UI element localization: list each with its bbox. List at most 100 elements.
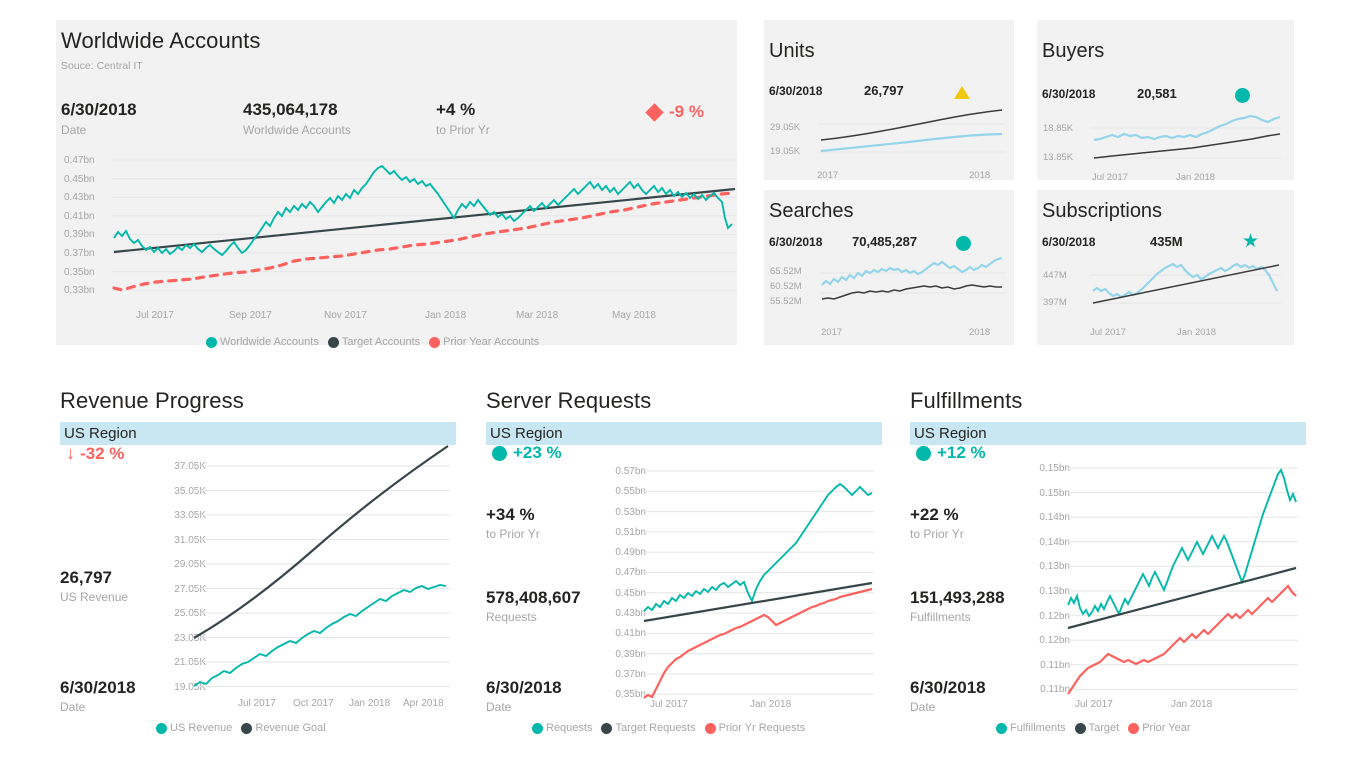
units-chart-plot[interactable] <box>819 108 1004 160</box>
main-chart-plot[interactable] <box>112 159 737 300</box>
x-tick: Jul 2017 <box>1092 172 1128 183</box>
buyers-value: 20,581 <box>1137 86 1177 101</box>
legend-item[interactable]: Prior Yr Requests <box>704 722 806 734</box>
requests-chart-legend: Requests Target Requests Prior Yr Reques… <box>532 722 805 734</box>
status-badge-text: -9 % <box>669 102 704 121</box>
buyers-chart-plot[interactable] <box>1092 108 1282 168</box>
y-tick: 29.05K <box>770 122 801 133</box>
legend-item[interactable]: US Revenue <box>156 722 232 734</box>
revenue-delta: ↓ -32 % <box>66 443 124 464</box>
x-tick: Apr 2018 <box>403 698 444 709</box>
circle-icon <box>916 445 931 461</box>
y-tick: 0.37bn <box>615 668 646 680</box>
server-requests-panel[interactable]: Server Requests US Region +23 % +34 % to… <box>482 388 902 753</box>
revenue-chart-legend: US Revenue Revenue Goal <box>156 722 326 734</box>
legend-item[interactable]: Prior Year Accounts <box>429 336 539 348</box>
requests-chart-plot[interactable] <box>642 470 874 699</box>
x-tick: Jan 2018 <box>1177 327 1217 338</box>
kpi-prior-yr-value: +4 % <box>436 100 476 119</box>
star-icon: ★ <box>1242 231 1260 252</box>
stat-label: Date <box>60 700 86 714</box>
stat-label: Date <box>910 700 936 714</box>
y-tick: 0.11bn <box>1040 684 1070 696</box>
series-revenue-goal <box>193 445 449 639</box>
kpi-date: 6/30/2018 Date <box>61 100 137 137</box>
x-tick: Jan 2018 <box>750 699 792 710</box>
fulfillments-region-band: US Region <box>910 422 1306 445</box>
fulfillments-delta: +12 % <box>916 443 986 463</box>
kpi-date-value: 6/30/2018 <box>61 100 137 119</box>
circle-icon <box>1128 722 1140 734</box>
y-tick: 0.15bn <box>1039 463 1070 474</box>
revenue-progress-panel[interactable]: Revenue Progress US Region ↓ -32 % 26,79… <box>56 388 476 753</box>
revenue-chart-plot[interactable] <box>192 445 450 691</box>
fulfillments-title: Fulfillments <box>910 388 1023 413</box>
circle-icon <box>1235 88 1250 103</box>
stat-label: to Prior Yr <box>486 527 540 541</box>
legend-label: Requests <box>546 722 593 734</box>
legend-label: Fulfillments <box>1010 722 1066 734</box>
y-tick: 0.15bn <box>1039 487 1070 499</box>
legend-item[interactable]: Requests <box>532 722 592 734</box>
legend-item[interactable]: Worldwide Accounts <box>206 336 319 348</box>
circle-icon <box>327 336 339 348</box>
buyers-card[interactable]: Buyers 6/30/2018 20,581 18.85K 13.85K Ju… <box>1037 20 1294 183</box>
worldwide-accounts-card[interactable]: Worldwide Accounts Souce: Central IT 6/3… <box>56 20 737 348</box>
circle-icon <box>1074 722 1086 734</box>
series-fulfillments <box>1067 468 1297 618</box>
legend-item[interactable]: Revenue Goal <box>241 722 326 734</box>
stat-value: 578,408,607 <box>486 588 581 607</box>
legend-item[interactable]: Target <box>1074 722 1119 734</box>
kpi-accounts-label: Worldwide Accounts <box>243 123 351 137</box>
fulfillments-panel[interactable]: Fulfillments US Region +12 % +22 % to Pr… <box>906 388 1326 753</box>
subscriptions-chart-plot[interactable] <box>1091 255 1281 313</box>
y-tick: 0.51bn <box>615 526 646 538</box>
stat-label: Requests <box>486 610 537 624</box>
y-tick: 0.39bn <box>64 229 95 241</box>
stat-label: Fulfillments <box>910 610 971 624</box>
triangle-up-icon <box>954 86 970 99</box>
series-us-revenue <box>193 584 447 687</box>
requests-y-axis: 0.57bn 0.55bn 0.53bn 0.51bn 0.49bn 0.47b… <box>590 466 646 710</box>
main-chart-legend: Worldwide Accounts Target Accounts Prior… <box>206 336 539 348</box>
requests-delta: +23 % <box>492 443 562 463</box>
circle-icon <box>601 722 613 734</box>
gridlines <box>1066 467 1298 690</box>
page-title: Worldwide Accounts <box>61 28 261 53</box>
fulfillments-chart-plot[interactable] <box>1066 467 1298 696</box>
subscriptions-value: 435M <box>1150 234 1183 249</box>
stat-label: to Prior Yr <box>910 527 964 541</box>
x-tick: Jan 2018 <box>1171 699 1213 710</box>
circle-icon <box>241 722 253 734</box>
series-target <box>1093 133 1281 159</box>
kpi-date-label: Date <box>61 123 87 137</box>
diamond-icon <box>645 102 664 122</box>
source-label: Souce: Central IT <box>61 60 143 72</box>
y-tick: 0.53bn <box>615 506 646 518</box>
legend-label: Prior Year Accounts <box>443 336 540 348</box>
units-title: Units <box>769 40 815 62</box>
legend-label: Worldwide Accounts <box>220 336 319 348</box>
legend-item[interactable]: Fulfillments <box>996 722 1066 734</box>
subscriptions-card[interactable]: Subscriptions 6/30/2018 435M ★ 447M 397M… <box>1037 190 1294 345</box>
legend-label: Prior Yr Requests <box>718 722 806 734</box>
searches-date: 6/30/2018 <box>769 235 823 249</box>
searches-chart-plot[interactable] <box>820 255 1005 313</box>
units-card[interactable]: Units 6/30/2018 26,797 29.05K 19.05K 201… <box>764 20 1014 181</box>
y-tick: 0.11bn <box>1040 659 1070 671</box>
legend-item[interactable]: Target Accounts <box>327 336 420 348</box>
x-tick: Oct 2017 <box>293 698 334 709</box>
y-tick: 0.35bn <box>64 266 95 278</box>
revenue-delta-text: -32 % <box>80 443 125 463</box>
x-tick: Mar 2018 <box>516 310 559 321</box>
series-target <box>821 284 1002 300</box>
x-tick: Jul 2017 <box>136 310 174 321</box>
kpi-prior-yr: +4 % to Prior Yr <box>436 100 490 137</box>
x-tick: Jul 2017 <box>1090 327 1126 338</box>
units-date: 6/30/2018 <box>769 84 823 98</box>
y-tick: 0.37bn <box>64 247 95 259</box>
searches-card[interactable]: Searches 6/30/2018 70,485,287 65.52M 60.… <box>764 190 1014 345</box>
legend-item[interactable]: Target Requests <box>601 722 696 734</box>
x-tick: 2017 <box>817 170 839 181</box>
legend-item[interactable]: Prior Year <box>1128 722 1191 734</box>
